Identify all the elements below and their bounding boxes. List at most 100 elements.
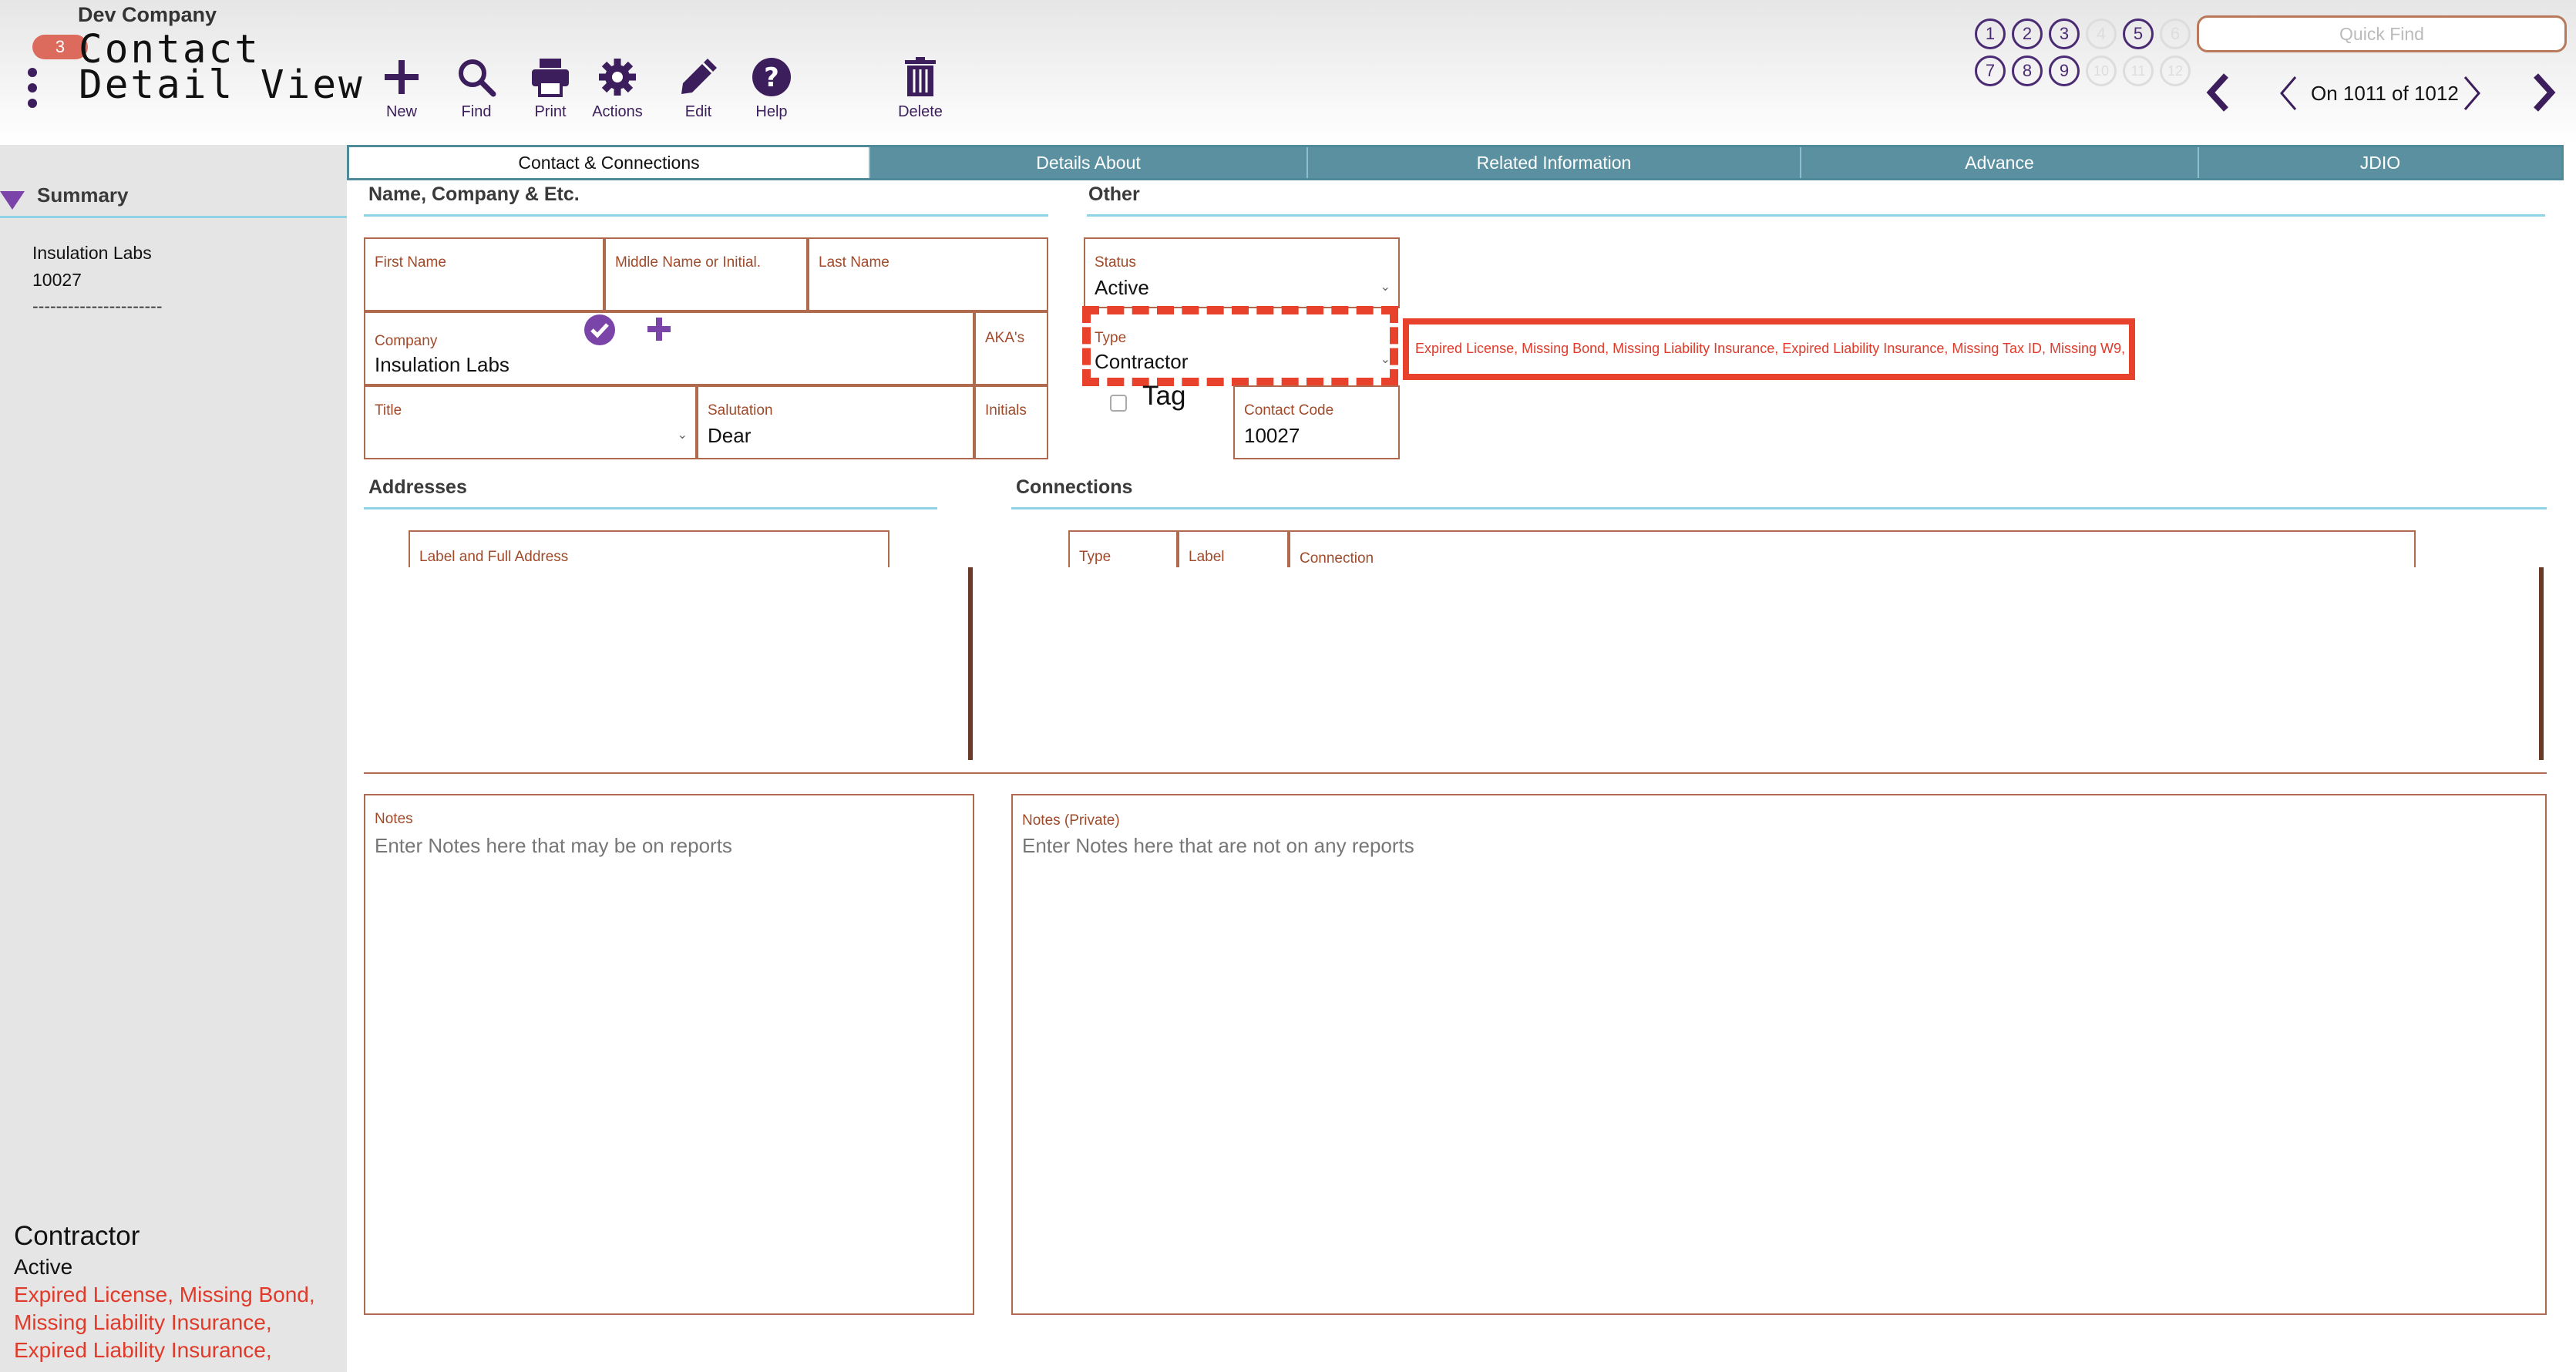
salutation-value: Dear (708, 424, 752, 447)
tab-related-information[interactable]: Related Information (1308, 147, 1801, 178)
company-name: Dev Company (78, 3, 217, 26)
actions-button-label: Actions (592, 103, 643, 120)
new-button-label: New (385, 103, 417, 120)
tab-details-about[interactable]: Details About (870, 147, 1308, 178)
edit-button[interactable]: Edit (660, 55, 737, 121)
plus-icon (385, 60, 419, 94)
help-button[interactable]: ? Help (733, 55, 810, 121)
last-name-label: Last Name (819, 254, 889, 271)
connections-type-label: Type (1079, 549, 1111, 565)
addresses-scrollbar[interactable] (968, 567, 973, 760)
window-4-button: 4 (2086, 18, 2117, 49)
next-record-icon[interactable] (2460, 74, 2484, 113)
middle-name-label: Middle Name or Initial. (615, 254, 762, 271)
connections-divider (1011, 507, 2547, 509)
company-value: Insulation Labs (375, 353, 509, 376)
collapse-triangle-icon[interactable] (0, 191, 25, 210)
page-title: Contact Detail View (79, 30, 365, 108)
summary-code: 10027 (32, 270, 82, 290)
contact-code-field[interactable]: Contact Code 10027 (1233, 385, 1400, 459)
salutation-field[interactable]: Salutation Dear (697, 385, 974, 459)
connections-connection-header: Connection (1289, 530, 2416, 567)
other-section-divider (1087, 214, 2545, 217)
status-label: Status (1095, 254, 1136, 271)
gear-icon (599, 59, 636, 96)
window-1-button[interactable]: 1 (1975, 18, 2006, 49)
tab-advance[interactable]: Advance (1801, 147, 2199, 178)
notes-field[interactable]: Notes Enter Notes here that may be on re… (364, 794, 974, 1315)
page-title-line2: Detail View (79, 62, 365, 108)
compliance-alert-box: Expired License, Missing Bond, Missing L… (1403, 318, 2135, 380)
tab-jdio[interactable]: JDIO (2199, 147, 2561, 178)
first-name-field[interactable]: First Name (364, 237, 604, 311)
summary-divider (0, 216, 347, 218)
contact-code-label: Contact Code (1244, 402, 1334, 419)
contact-code-value: 10027 (1244, 424, 1300, 447)
summary-status: Active (14, 1255, 73, 1279)
delete-button[interactable]: Delete (882, 55, 959, 121)
title-field[interactable]: Title ⌄ (364, 385, 697, 459)
find-button[interactable]: Find (438, 55, 515, 121)
private-notes-field[interactable]: Notes (Private) Enter Notes here that ar… (1011, 794, 2547, 1315)
window-8-button[interactable]: 8 (2012, 55, 2043, 86)
previous-record-icon[interactable] (2277, 74, 2300, 113)
salutation-label: Salutation (708, 402, 773, 419)
connections-scrollbar[interactable] (2539, 567, 2544, 760)
company-label: Company (375, 333, 438, 349)
private-notes-label: Notes (Private) (1022, 812, 1120, 829)
middle-name-field[interactable]: Middle Name or Initial. (604, 237, 808, 311)
summary-company: Insulation Labs (32, 243, 152, 263)
addresses-table-header: Label and Full Address (409, 530, 889, 567)
last-name-field[interactable]: Last Name (808, 237, 1048, 311)
kebab-menu-icon[interactable] (28, 68, 37, 108)
quick-find-input[interactable]: Quick Find (2197, 15, 2567, 52)
connections-label-label: Label (1189, 549, 1225, 565)
addresses-divider (364, 507, 937, 509)
summary-title: Summary (37, 183, 129, 207)
connections-section-title: Connections (1016, 476, 1133, 498)
window-9-button[interactable]: 9 (2049, 55, 2080, 86)
summary-alerts: Expired License, Missing Bond, Missing L… (14, 1283, 315, 1362)
summary-type: Contractor (14, 1221, 140, 1251)
header-bar: Dev Company 3 Contact Detail View New Fi… (0, 0, 2576, 145)
akas-field[interactable]: AKA's (974, 311, 1048, 385)
help-button-label: Help (755, 103, 788, 120)
edit-button-label: Edit (684, 103, 712, 120)
new-button[interactable]: New (363, 55, 440, 121)
initials-field[interactable]: Initials (974, 385, 1048, 459)
record-position: On 1011 of 1012 (2311, 82, 2459, 105)
first-record-icon[interactable] (2204, 71, 2232, 114)
print-button-label: Print (534, 103, 567, 120)
addresses-section-title: Addresses (368, 476, 467, 498)
window-6-button: 6 (2160, 18, 2191, 49)
window-7-button[interactable]: 7 (1975, 55, 2006, 86)
window-2-button[interactable]: 2 (2012, 18, 2043, 49)
actions-button[interactable]: Actions (579, 55, 656, 121)
initials-label: Initials (985, 402, 1027, 419)
window-3-button[interactable]: 3 (2049, 18, 2080, 49)
section-divider-line (364, 772, 2547, 774)
window-11-button: 11 (2123, 55, 2154, 86)
title-dropdown-chevron-icon[interactable]: ⌄ (678, 427, 688, 442)
private-notes-placeholder: Enter Notes here that are not on any rep… (1022, 834, 1414, 857)
verified-check-icon[interactable] (583, 313, 617, 347)
tag-label: Tag (1142, 381, 1186, 411)
add-company-icon[interactable] (646, 316, 672, 342)
notes-placeholder: Enter Notes here that may be on reports (375, 834, 732, 857)
connections-connection-label: Connection (1300, 550, 1374, 567)
svg-text:?: ? (764, 62, 779, 93)
last-record-icon[interactable] (2530, 71, 2558, 114)
addresses-column-label: Label and Full Address (419, 549, 569, 565)
tag-checkbox[interactable] (1110, 395, 1127, 412)
notes-label: Notes (375, 811, 413, 827)
tab-contact-connections[interactable]: Contact & Connections (349, 147, 870, 178)
status-field[interactable]: Status Active ⌄ (1084, 237, 1400, 308)
summary-separator: ---------------------- (32, 296, 163, 316)
window-10-button: 10 (2086, 55, 2117, 86)
window-5-button[interactable]: 5 (2123, 18, 2154, 49)
search-icon (459, 59, 496, 97)
status-dropdown-chevron-icon[interactable]: ⌄ (1380, 279, 1391, 294)
window-12-button: 12 (2160, 55, 2191, 86)
akas-label: AKA's (985, 330, 1025, 346)
print-button[interactable]: Print (512, 55, 589, 121)
